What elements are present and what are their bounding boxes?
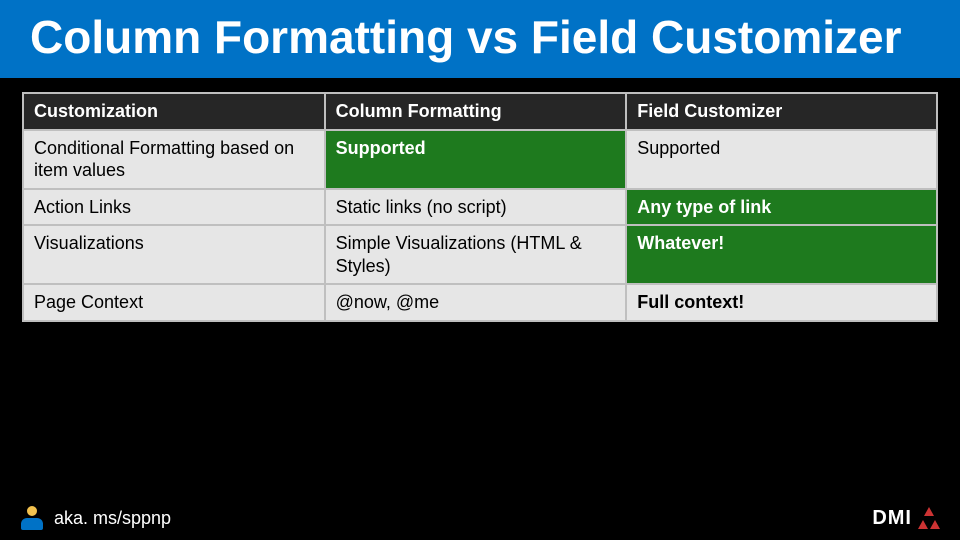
cell-col2: Full context! — [626, 284, 937, 321]
slide-title: Column Formatting vs Field Customizer — [30, 10, 930, 64]
table-header-row: Customization Column Formatting Field Cu… — [23, 93, 937, 130]
footer-left: aka. ms/sppnp — [20, 506, 171, 530]
footer: aka. ms/sppnp DMI — [0, 496, 960, 540]
header-customization: Customization — [23, 93, 325, 130]
cell-col2: Supported — [626, 130, 937, 189]
cell-label: Visualizations — [23, 225, 325, 284]
header-field-customizer: Field Customizer — [626, 93, 937, 130]
cell-label: Conditional Formatting based on item val… — [23, 130, 325, 189]
dmi-logo-icon — [918, 507, 940, 529]
cell-label: Action Links — [23, 189, 325, 226]
avatar-icon — [20, 506, 44, 530]
comparison-table: Customization Column Formatting Field Cu… — [22, 92, 938, 322]
cell-col1: @now, @me — [325, 284, 627, 321]
cell-col2: Any type of link — [626, 189, 937, 226]
table-row: Action Links Static links (no script) An… — [23, 189, 937, 226]
header-column-formatting: Column Formatting — [325, 93, 627, 130]
cell-col1: Static links (no script) — [325, 189, 627, 226]
title-bar: Column Formatting vs Field Customizer — [0, 0, 960, 78]
cell-col2: Whatever! — [626, 225, 937, 284]
content-area: Customization Column Formatting Field Cu… — [0, 78, 960, 336]
table-row: Page Context @now, @me Full context! — [23, 284, 937, 321]
table-row: Visualizations Simple Visualizations (HT… — [23, 225, 937, 284]
footer-right: DMI — [872, 507, 940, 530]
cell-col1: Simple Visualizations (HTML & Styles) — [325, 225, 627, 284]
table-row: Conditional Formatting based on item val… — [23, 130, 937, 189]
footer-link: aka. ms/sppnp — [54, 508, 171, 529]
cell-col1: Supported — [325, 130, 627, 189]
cell-label: Page Context — [23, 284, 325, 321]
dmi-logo-text: DMI — [872, 507, 912, 530]
